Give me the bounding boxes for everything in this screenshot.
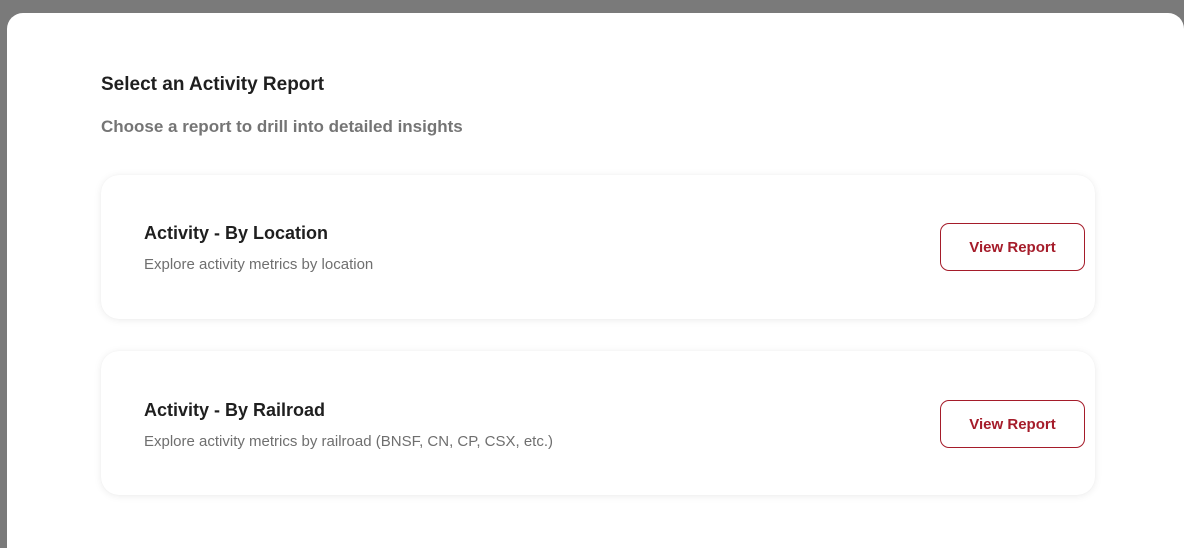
report-card-title: Activity - By Railroad <box>144 400 326 420</box>
dialog-subtitle: Choose a report to drill into detailed i… <box>101 117 463 136</box>
report-selection-dialog: Select an Activity Report Choose a repor… <box>7 13 1184 548</box>
dialog-title: Select an Activity Report <box>101 74 325 95</box>
report-card-location: Activity - By Location Explore activity … <box>101 175 1095 319</box>
view-report-location-button[interactable]: View Report <box>940 223 1085 271</box>
view-report-railroad-button[interactable]: View Report <box>940 400 1085 448</box>
report-card-description: Explore activity metrics by railroad (BN… <box>144 433 553 450</box>
report-card-title: Activity - By Location <box>144 223 329 243</box>
report-card-description: Explore activity metrics by location <box>144 256 374 273</box>
report-card-railroad: Activity - By Railroad Explore activity … <box>101 351 1095 495</box>
